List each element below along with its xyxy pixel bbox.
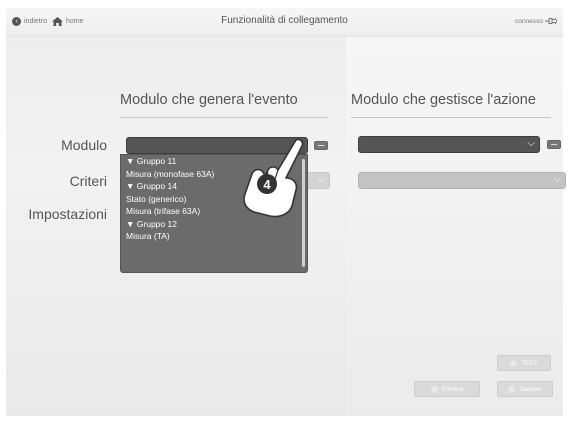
top-bar: ‹ indietro home Funzionalità di collegam…: [6, 8, 563, 37]
connection-label: connesso: [515, 17, 543, 25]
divider: [351, 117, 551, 118]
chevron-down-icon: ⌵: [317, 174, 325, 185]
button-dot-icon: [510, 359, 518, 367]
action-module-select[interactable]: ⌵: [358, 136, 540, 153]
impostazioni-label: Impostazioni: [28, 206, 107, 222]
page-title: Funzionalità di collegamento: [221, 15, 348, 26]
test-button-label: TEST: [521, 359, 538, 367]
action-criteria-select[interactable]: ⌵: [358, 172, 566, 189]
test-button[interactable]: TEST: [497, 355, 551, 371]
action-module-action-button[interactable]: [547, 140, 561, 149]
dropdown-option[interactable]: Misura (TA): [121, 230, 307, 243]
action-module-title: Modulo che gestisce l'azione: [351, 92, 536, 108]
modulo-label: Modulo: [61, 137, 107, 153]
criteri-label: Criteri: [69, 173, 107, 189]
chevron-down-icon: ⌵: [553, 174, 561, 185]
plug-icon: [545, 17, 557, 25]
connection-status: connesso: [515, 17, 557, 25]
event-module-action-button[interactable]: [314, 141, 328, 150]
chevron-down-icon: ⌵: [527, 138, 535, 149]
delete-button[interactable]: Elimina: [414, 381, 480, 397]
save-button[interactable]: Salvare: [497, 381, 553, 397]
button-dot-icon: [430, 385, 438, 393]
event-module-title: Modulo che genera l'evento: [120, 92, 298, 108]
delete-button-label: Elimina: [441, 385, 464, 393]
step-number-badge: 4: [263, 177, 271, 192]
save-button-label: Salvare: [519, 385, 542, 393]
divider: [120, 117, 328, 118]
button-dot-icon: [508, 385, 516, 393]
